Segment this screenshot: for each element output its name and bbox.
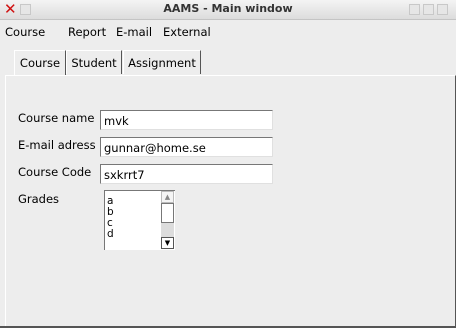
window-title: AAMS - Main window [163,2,293,15]
shade-icon[interactable] [437,4,448,15]
grades-label: Grades [18,192,60,206]
email-label: E-mail adress [18,138,96,152]
list-item[interactable]: d [107,229,114,240]
main-window: ✕ AAMS - Main window Course Report E-mai… [0,0,456,328]
menu-bar: Course Report E-mail External [0,20,456,42]
course-code-label: Course Code [18,165,92,179]
scrollbar-thumb[interactable] [161,203,174,223]
arrow-up-icon[interactable]: ▲ [161,191,174,203]
tab-student[interactable]: Student [66,50,122,74]
course-name-label: Course name [18,111,95,125]
menu-course[interactable]: Course [5,25,45,39]
course-code-field[interactable]: sxkrrt7 [100,164,273,184]
arrow-down-icon[interactable]: ▼ [161,237,174,249]
menu-report[interactable]: Report [68,25,106,39]
grades-scrollbar[interactable]: ▲ ▼ [161,191,174,249]
menu-external[interactable]: External [163,25,211,39]
minimize-icon[interactable] [409,4,420,15]
course-name-field[interactable]: mvk [100,110,273,130]
maximize-icon[interactable] [423,4,434,15]
menu-email[interactable]: E-mail [116,25,152,39]
tab-course[interactable]: Course [14,50,66,76]
tab-assignment[interactable]: Assignment [123,50,201,74]
email-field[interactable]: gunnar@home.se [100,137,273,157]
title-bar[interactable]: ✕ AAMS - Main window [0,0,456,20]
